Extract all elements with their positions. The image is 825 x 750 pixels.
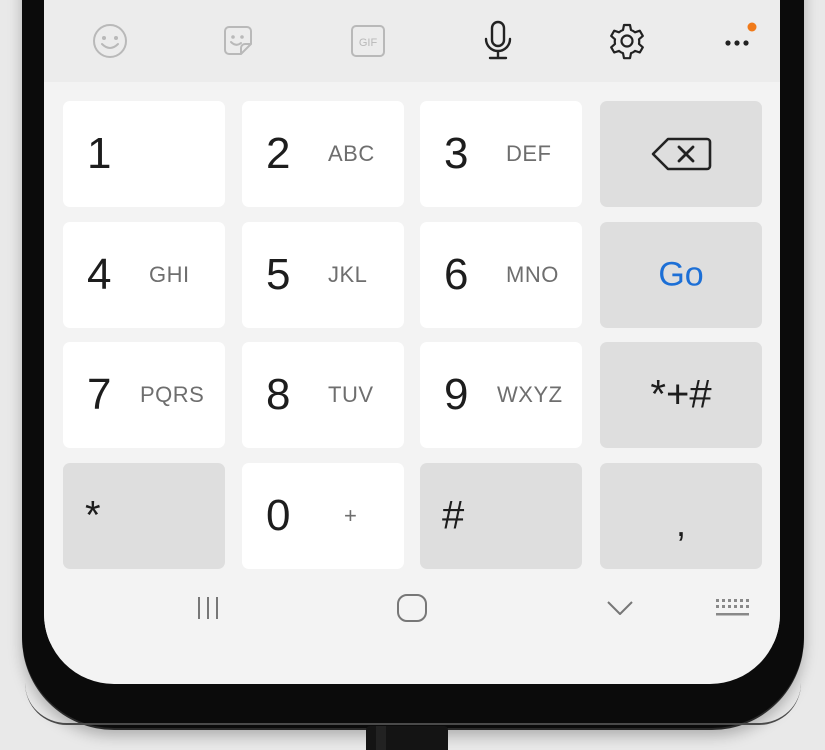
key-digit: 1: [87, 129, 112, 178]
recents-icon[interactable]: [168, 572, 248, 644]
microphone-icon[interactable]: [468, 0, 528, 82]
star-label: *: [85, 493, 101, 538]
key-letters: +: [344, 503, 357, 528]
comma-key[interactable]: ,: [600, 463, 762, 569]
backspace-icon: [651, 137, 712, 171]
hide-keyboard-icon[interactable]: [580, 572, 660, 644]
key-letters: TUV: [328, 382, 374, 407]
key-letters: WXYZ: [497, 382, 563, 407]
key-letters: ABC: [328, 141, 375, 166]
phone-screen: GIF 1 2 ABC 3 DEF 4 GHI 5 JKL 6 MNO Go 7…: [44, 0, 780, 684]
key-letters: PQRS: [140, 382, 205, 407]
keyboard-toolbar: GIF: [44, 0, 780, 82]
hash-key[interactable]: #: [420, 463, 582, 569]
emoji-icon[interactable]: [80, 0, 140, 82]
gif-label: GIF: [359, 37, 378, 49]
key-digit: 2: [266, 129, 291, 178]
go-key[interactable]: Go: [600, 222, 762, 328]
settings-icon[interactable]: [597, 0, 657, 82]
gif-icon[interactable]: GIF: [338, 0, 398, 82]
symbols-key[interactable]: *+#: [600, 342, 762, 448]
sticker-icon[interactable]: [208, 0, 268, 82]
key-4[interactable]: 4 GHI: [63, 222, 225, 328]
key-digit: 4: [87, 250, 112, 299]
star-key[interactable]: *: [63, 463, 225, 569]
key-digit: 6: [444, 250, 469, 299]
symbols-label: *+#: [650, 372, 712, 417]
key-8[interactable]: 8 TUV: [242, 342, 404, 448]
key-5[interactable]: 5 JKL: [242, 222, 404, 328]
key-digit: 7: [87, 370, 112, 419]
key-digit: 0: [266, 491, 291, 540]
key-3[interactable]: 3 DEF: [420, 101, 582, 207]
key-0[interactable]: 0 +: [242, 463, 404, 569]
key-digit: 8: [266, 370, 291, 419]
key-1[interactable]: 1: [63, 101, 225, 207]
key-letters: DEF: [506, 141, 552, 166]
key-digit: 9: [444, 370, 469, 419]
comma-label: ,: [675, 503, 686, 544]
key-digit: 5: [266, 250, 291, 299]
key-2[interactable]: 2 ABC: [242, 101, 404, 207]
usb-cable: [366, 726, 448, 750]
key-digit: 3: [444, 129, 469, 178]
numeric-keypad: 1 2 ABC 3 DEF 4 GHI 5 JKL 6 MNO Go 7 PQR…: [44, 82, 780, 572]
key-9[interactable]: 9 WXYZ: [420, 342, 582, 448]
keyboard-switch-icon[interactable]: [692, 572, 772, 644]
notification-dot: [747, 22, 757, 32]
more-options-icon[interactable]: [708, 0, 768, 82]
key-letters: MNO: [506, 262, 559, 287]
key-letters: GHI: [149, 262, 190, 287]
backspace-key[interactable]: [600, 101, 762, 207]
hash-label: #: [442, 493, 465, 538]
key-letters: JKL: [328, 262, 368, 287]
home-icon[interactable]: [372, 572, 452, 644]
key-7[interactable]: 7 PQRS: [63, 342, 225, 448]
key-6[interactable]: 6 MNO: [420, 222, 582, 328]
go-label: Go: [658, 255, 704, 294]
navigation-bar: [44, 572, 780, 644]
